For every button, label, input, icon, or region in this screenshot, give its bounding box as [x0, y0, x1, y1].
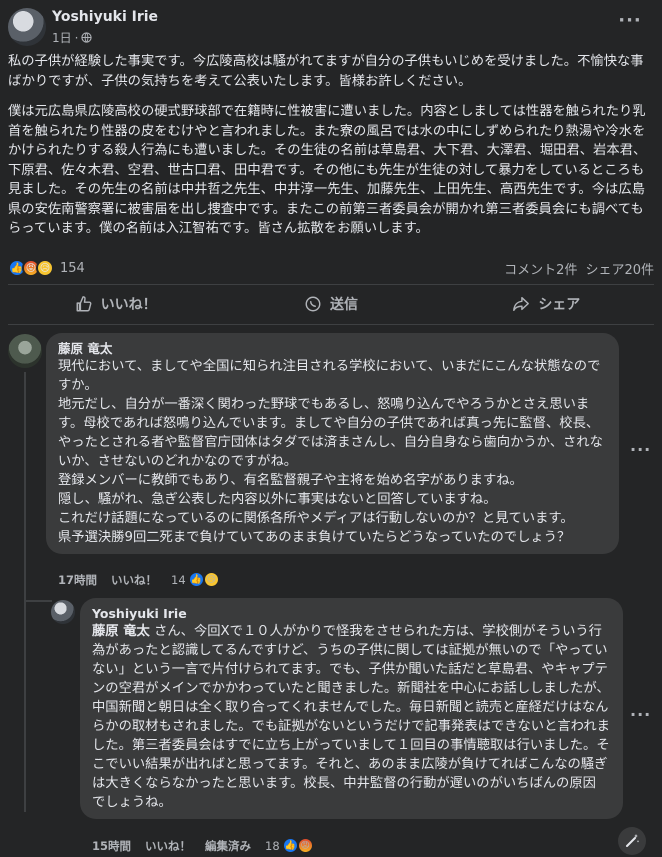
more-options-icon[interactable]: ··· — [618, 12, 642, 38]
reactions-bar: 👍 😡 😥 154 コメント2件 シェア20件 — [8, 257, 654, 279]
reply-text-body: さん、今回Xで１０人がかりで怪我をさせられた方は、学校側がそういう行為があったと… — [92, 624, 610, 810]
reply-bubble: Yoshiyuki Irie 藤原 竜太 さん、今回Xで１０人がかりで怪我をさせ… — [80, 598, 623, 819]
reaction-icons[interactable]: 👍 😡 😥 — [8, 259, 54, 277]
post-meta: 1日 · — [52, 29, 93, 46]
meta-separator: · — [74, 30, 79, 45]
divider — [8, 324, 654, 325]
thread-line — [24, 600, 52, 602]
post-paragraph: 僕は元広島県広陵高校の硬式野球部で在籍時に性被害に遭いました。内容としましては性… — [8, 104, 647, 236]
reply-edited-label[interactable]: 編集済み — [205, 838, 251, 854]
like-button[interactable]: いいね！ — [8, 287, 223, 321]
comment-meta: 17時間 いいね！ 14 👍 😥 — [58, 571, 220, 588]
post-time[interactable]: 1日 — [52, 29, 72, 46]
reply-author-name[interactable]: Yoshiyuki Irie — [92, 605, 611, 622]
sad-reaction-icon: 😥 — [202, 571, 220, 588]
post-paragraph: 私の子供が経験した事実です。今広陵高校は騒がれてますが自分の子供もいじめを受けま… — [8, 54, 644, 89]
author-avatar[interactable] — [8, 8, 46, 46]
comment-icon — [305, 296, 321, 312]
divider — [8, 284, 654, 285]
reaction-count[interactable]: 154 — [60, 261, 85, 276]
reply-reaction-count: 18 — [265, 838, 280, 853]
share-stats: コメント2件 シェア20件 — [504, 259, 654, 278]
reply-avatar[interactable] — [51, 600, 75, 624]
mention-link[interactable]: 藤原 竜太 — [92, 624, 150, 639]
angry-reaction-icon: 😡 — [296, 837, 314, 854]
share-icon — [513, 296, 530, 312]
reply-more-icon[interactable]: ··· — [630, 705, 651, 724]
reply-meta: 15時間 いいね！ 編集済み 18 👍 😡 — [92, 837, 314, 854]
comments-count[interactable]: コメント2件 — [504, 259, 577, 278]
comment-text: 現代において、ましてや全国に知られ注目される学校において、いまだにこんな状態なの… — [58, 359, 603, 545]
commenter-avatar[interactable] — [8, 334, 42, 368]
sad-reaction-icon: 😥 — [36, 259, 54, 277]
globe-icon — [81, 32, 93, 43]
comment-label: 送信 — [329, 297, 358, 313]
comment-reaction-count: 14 — [171, 572, 186, 587]
comment-more-icon[interactable]: ··· — [630, 440, 651, 459]
like-label: いいね！ — [100, 297, 157, 313]
comment-reactions[interactable]: 14 👍 😥 — [171, 571, 220, 588]
comment-bubble: 藤原 竜太 現代において、ましてや全国に知られ注目される学校において、いまだにこ… — [46, 333, 619, 554]
comment-like-button[interactable]: いいね！ — [111, 572, 157, 588]
post-body: 私の子供が経験した事実です。今広陵高校は騒がれてますが自分の子供もいじめを受けま… — [8, 52, 654, 250]
magic-wand-button[interactable] — [618, 827, 646, 855]
share-button[interactable]: シェア — [439, 287, 654, 321]
reply-time[interactable]: 15時間 — [92, 838, 131, 854]
commenter-name[interactable]: 藤原 竜太 — [58, 340, 607, 357]
magic-wand-icon — [626, 834, 639, 847]
thread-line — [24, 372, 26, 812]
comment-time[interactable]: 17時間 — [58, 572, 97, 588]
post-header: Yoshiyuki Irie 1日 · ··· — [0, 0, 662, 50]
share-label: シェア — [538, 297, 581, 313]
reply-text: 藤原 竜太 さん、今回Xで１０人がかりで怪我をさせられた方は、学校側がそういう行… — [92, 622, 611, 812]
shares-count[interactable]: シェア20件 — [585, 259, 654, 278]
author-name[interactable]: Yoshiyuki Irie — [52, 9, 158, 25]
comment-button[interactable]: 送信 — [223, 287, 438, 321]
like-icon — [76, 296, 92, 312]
reply-like-button[interactable]: いいね！ — [145, 838, 191, 854]
action-bar: いいね！ 送信 シェア — [8, 287, 654, 321]
reply-reactions[interactable]: 18 👍 😡 — [265, 837, 314, 854]
